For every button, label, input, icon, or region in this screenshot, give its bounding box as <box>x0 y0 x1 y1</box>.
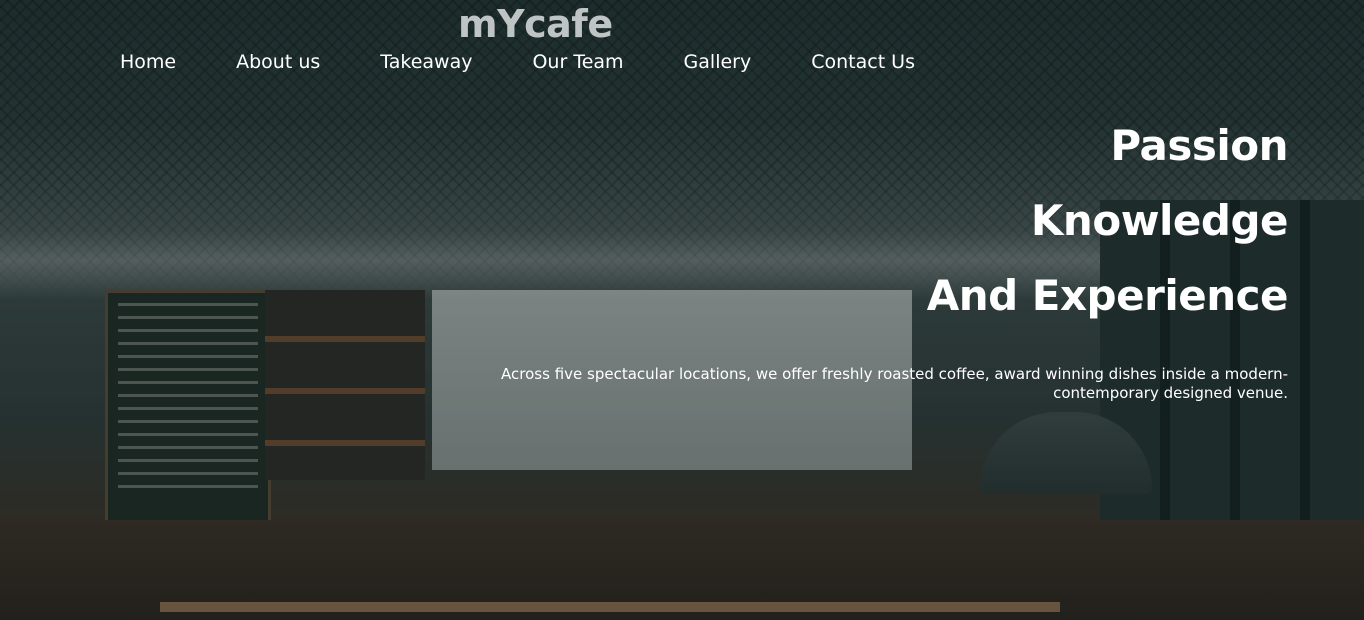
nav-item-our-team[interactable]: Our Team <box>532 51 623 73</box>
nav-item-home[interactable]: Home <box>120 51 176 73</box>
hero-section: mYcafe Home About us Takeaway Our Team G… <box>0 0 1364 620</box>
main-nav: Home About us Takeaway Our Team Gallery … <box>120 51 915 73</box>
nav-item-contact-us[interactable]: Contact Us <box>811 51 915 73</box>
nav-item-gallery[interactable]: Gallery <box>684 51 752 73</box>
headline-line-experience: And Experience <box>926 271 1289 320</box>
nav-item-about-us[interactable]: About us <box>236 51 320 73</box>
nav-item-takeaway[interactable]: Takeaway <box>380 51 472 73</box>
hero-tagline: Across five spectacular locations, we of… <box>501 365 1288 402</box>
hero-headline: Passion Knowledge And Experience <box>926 108 1289 333</box>
headline-line-knowledge: Knowledge <box>1030 196 1289 245</box>
headline-line-passion: Passion <box>1110 121 1288 170</box>
brand-logo[interactable]: mYcafe <box>458 2 613 46</box>
